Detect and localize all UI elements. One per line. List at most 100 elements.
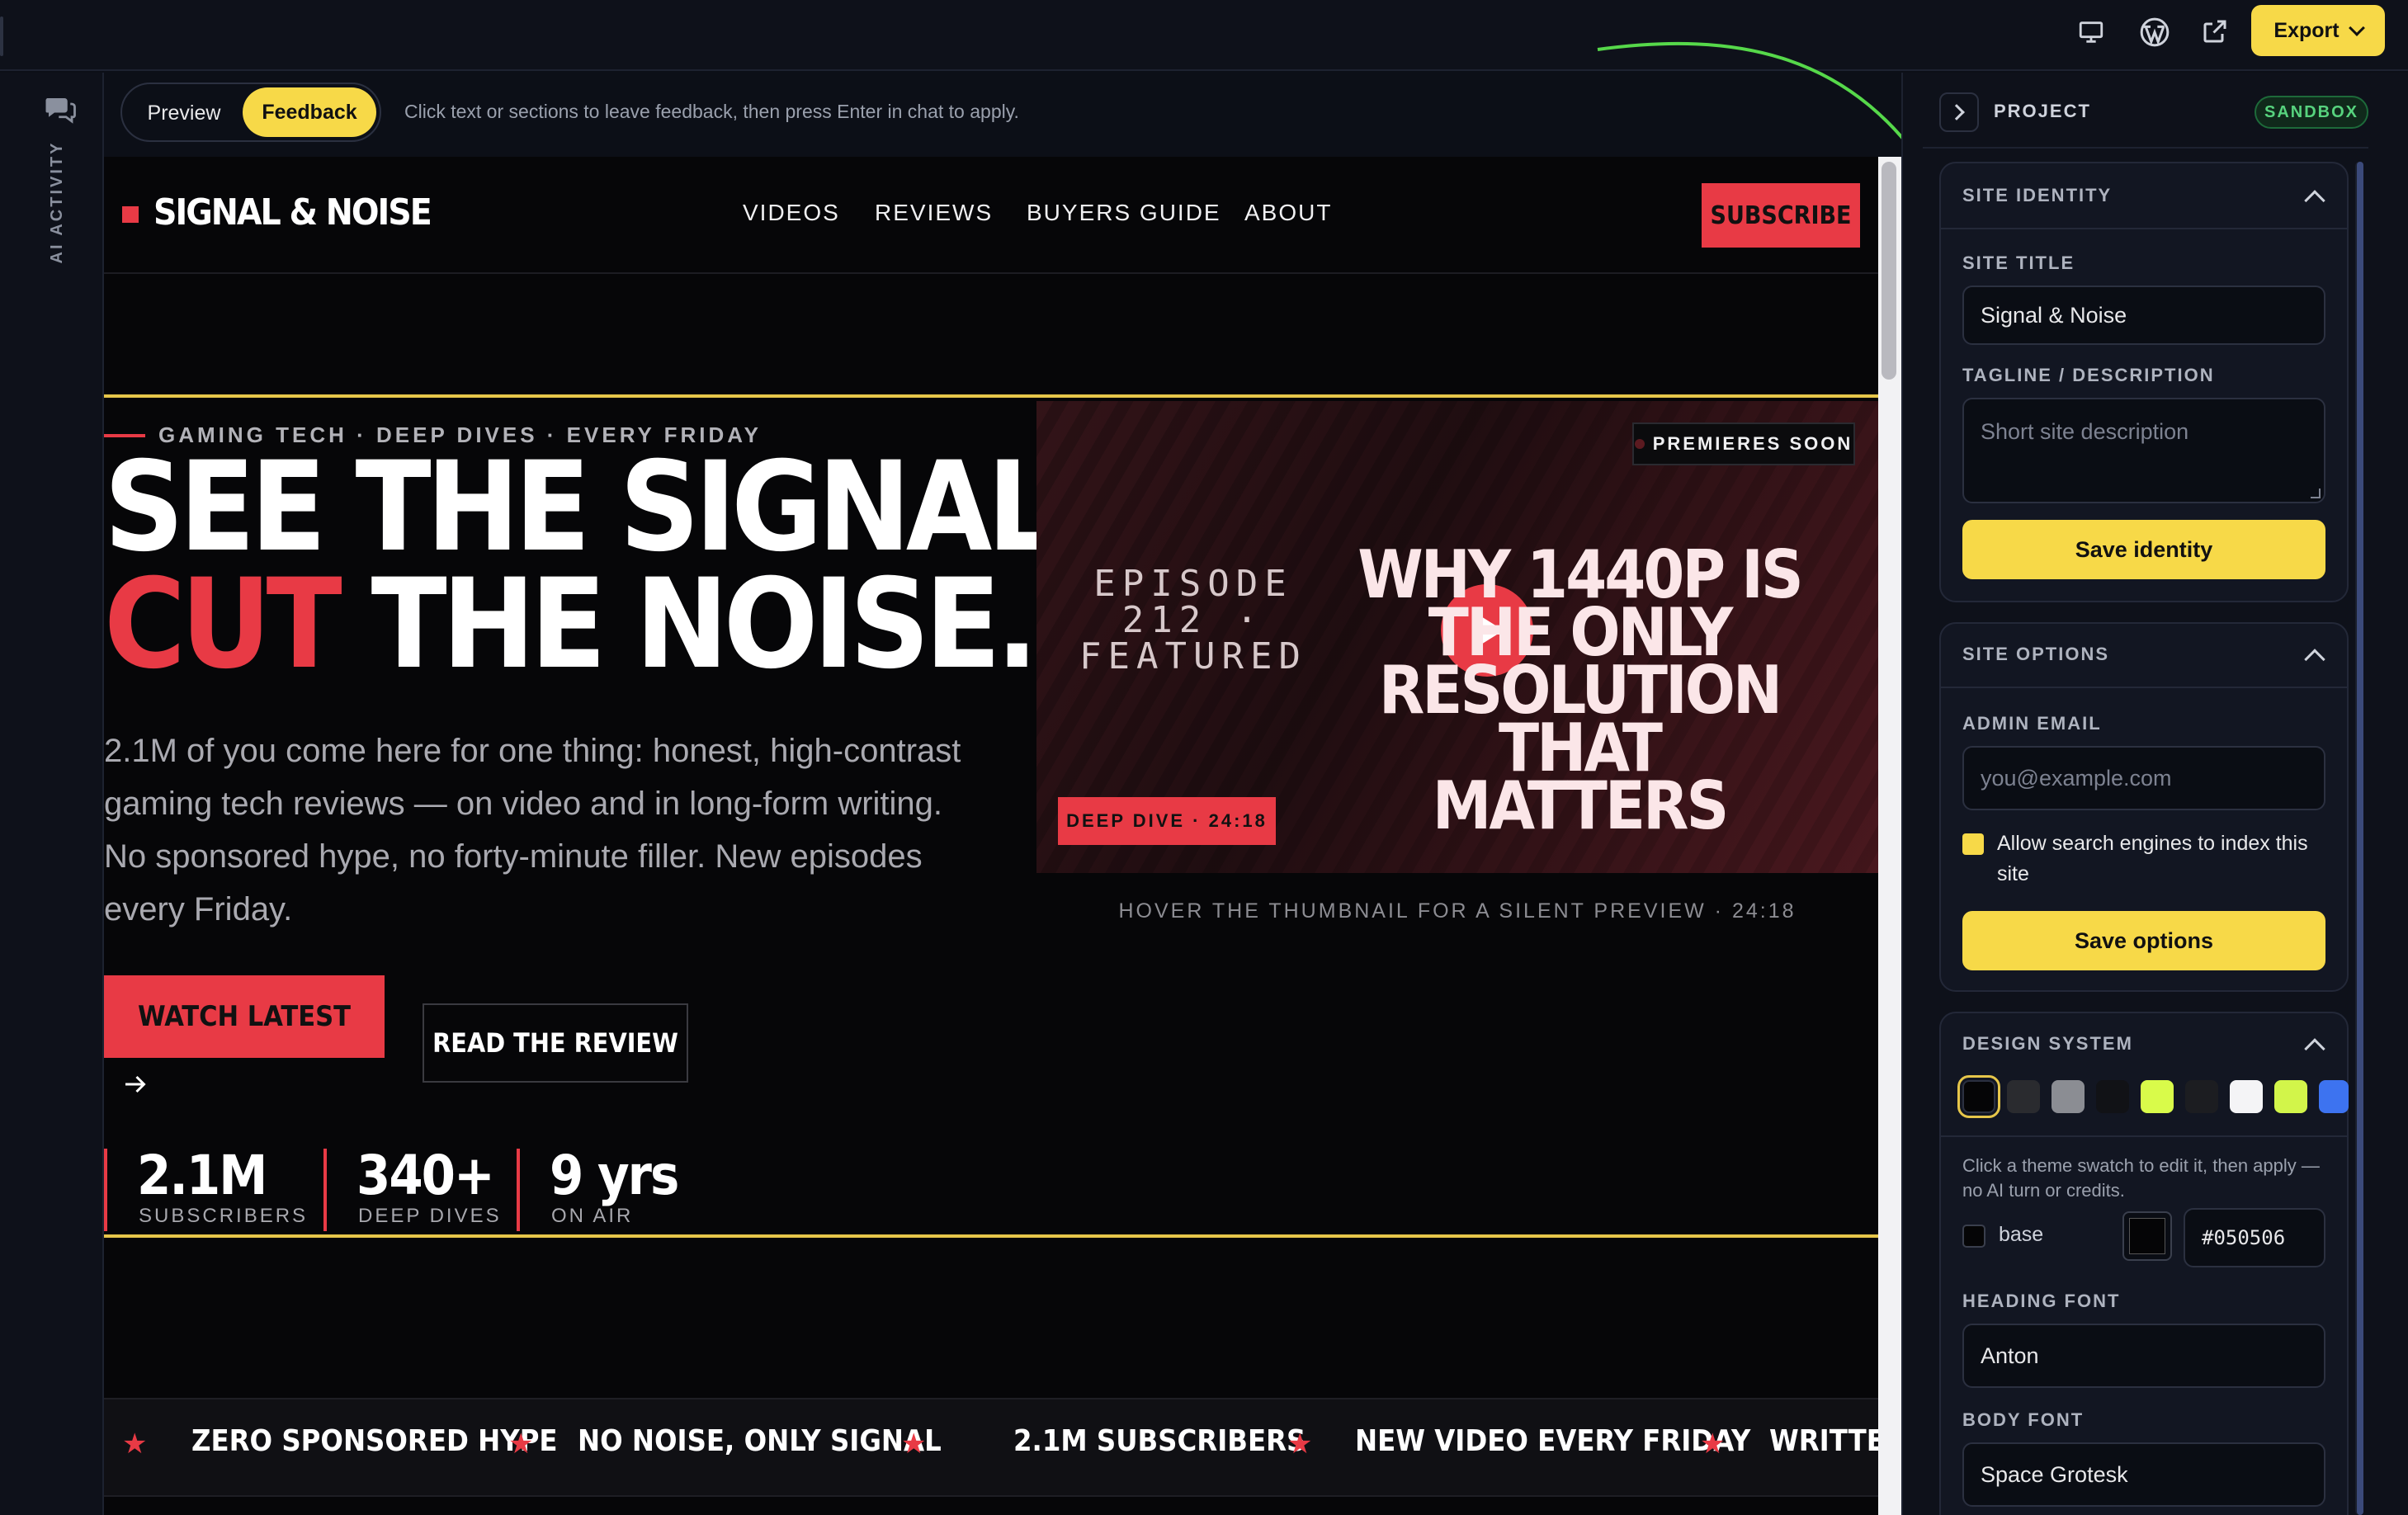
design-hint: Click a theme swatch to edit it, then ap… <box>1962 1155 2320 1201</box>
color-swatch[interactable] <box>2185 1080 2218 1113</box>
feedback-hint: Click text or sections to leave feedback… <box>404 101 1019 122</box>
marquee-item: NEW VIDEO EVERY FRIDAY <box>1355 1424 1751 1458</box>
textarea-resize-handle[interactable] <box>2311 488 2321 498</box>
arrow-right-icon <box>120 1069 150 1099</box>
sandbox-badge: SANDBOX <box>2255 96 2368 129</box>
color-swatch[interactable] <box>2319 1080 2349 1113</box>
stat-label-deep-dives: DEEP DIVES <box>358 1205 502 1227</box>
body-font-label: BODY FONT <box>1962 1409 2085 1430</box>
premiere-badge: PREMIERES SOON <box>1632 422 1855 465</box>
wordpress-icon[interactable] <box>2138 16 2171 49</box>
panel-header-rule <box>1923 147 2368 149</box>
star-icon: ★ <box>901 1428 927 1460</box>
stat-label-subscribers: SUBSCRIBERS <box>139 1205 309 1227</box>
token-label: base <box>1999 1223 2044 1246</box>
site-title-label: SITE TITLE <box>1962 252 2075 273</box>
left-edge-handle[interactable] <box>0 17 3 56</box>
site-title-input[interactable]: Signal & Noise <box>1962 286 2325 345</box>
star-icon: ★ <box>1700 1428 1726 1460</box>
chevron-down-icon <box>2348 20 2365 36</box>
export-label: Export <box>2273 18 2340 42</box>
activity-rail <box>0 73 104 1515</box>
save-options-button[interactable]: Save options <box>1962 911 2325 970</box>
token-hex-input[interactable]: #050506 <box>2184 1208 2325 1267</box>
feedback-tab[interactable]: Feedback <box>243 87 376 137</box>
chat-icon[interactable] <box>43 92 78 127</box>
hero-line-2-red: CUT <box>104 553 342 696</box>
hero-line-1[interactable]: SEE THE SIGNAL. <box>104 446 1095 569</box>
stat-label-on-air: ON AIR <box>551 1205 634 1227</box>
hero-line-2[interactable]: CUT THE NOISE. <box>104 563 1038 687</box>
hero-line-2-rest: THE NOISE. <box>337 553 1039 696</box>
stat-divider-3 <box>517 1149 520 1231</box>
hero-top-rule <box>104 394 1878 398</box>
nav-link-reviews[interactable]: REVIEWS <box>875 200 993 226</box>
color-swatch[interactable] <box>2007 1080 2040 1113</box>
thumbnail-caption: HOVER THE THUMBNAIL FOR A SILENT PREVIEW… <box>1118 899 1797 923</box>
star-icon: ★ <box>122 1428 148 1460</box>
hero-body[interactable]: 2.1M of you come here for one thing: hon… <box>104 724 979 936</box>
color-picker-fill <box>2129 1218 2165 1254</box>
external-link-icon[interactable] <box>2200 17 2230 46</box>
body-font-input[interactable]: Space Grotesk <box>1962 1442 2325 1507</box>
panel-title: PROJECT <box>1994 101 2091 121</box>
index-checkbox[interactable] <box>1962 833 1984 855</box>
color-swatch[interactable] <box>2096 1080 2129 1113</box>
episode-label: EPISODE 212 · FEATURED <box>1079 563 1307 677</box>
color-swatch[interactable] <box>1957 1075 2000 1118</box>
panel-scrollbar-thumb[interactable] <box>2357 162 2363 1515</box>
admin-email-input[interactable]: you@example.com <box>1962 746 2325 810</box>
color-swatch[interactable] <box>2274 1080 2307 1113</box>
read-review-label: READ THE REVIEW <box>432 1027 678 1059</box>
video-thumbnail[interactable]: PREMIERES SOON EPISODE 212 · FEATURED WH… <box>1036 401 1878 873</box>
design-system-heading[interactable]: DESIGN SYSTEM <box>1962 1033 2133 1055</box>
preview-tab[interactable]: Preview <box>130 92 238 134</box>
stat-value-on-air: 9 yrs <box>550 1144 679 1207</box>
tagline-label: TAGLINE / DESCRIPTION <box>1962 365 2215 385</box>
color-swatch[interactable] <box>2230 1080 2263 1113</box>
top-bar <box>0 0 2408 71</box>
color-swatch[interactable] <box>2052 1080 2085 1113</box>
marquee-item: NO NOISE, ONLY SIGNAL <box>578 1424 942 1458</box>
premiere-badge-label: PREMIERES SOON <box>1652 433 1853 454</box>
heading-font-label: HEADING FONT <box>1962 1291 2121 1311</box>
watch-latest-button[interactable]: WATCH LATEST <box>104 975 385 1058</box>
token-checkbox[interactable] <box>1962 1225 1985 1248</box>
site-brand[interactable]: SIGNAL & NOISE <box>153 191 432 234</box>
color-swatch[interactable] <box>2141 1080 2174 1113</box>
admin-email-label: ADMIN EMAIL <box>1962 713 2102 734</box>
thumbnail-title: WHY 1440P IS THE ONLY RESOLUTION THAT MA… <box>1357 536 1803 844</box>
index-checkbox-label[interactable]: Allow search engines to index this site <box>1997 828 2327 890</box>
preview-frame: SIGNAL & NOISE VIDEOS REVIEWS BUYERS GUI… <box>104 157 1878 1515</box>
card-divider <box>1941 687 2347 688</box>
panel-collapse-button[interactable] <box>1939 92 1979 132</box>
swatch-row-divider <box>1941 1135 2347 1137</box>
star-icon: ★ <box>508 1428 534 1460</box>
nav-link-buyers-guide[interactable]: BUYERS GUIDE <box>1027 200 1221 226</box>
save-identity-button[interactable]: Save identity <box>1962 520 2325 579</box>
stat-value-subscribers: 2.1M <box>137 1144 267 1207</box>
export-button[interactable]: Export <box>2251 5 2385 56</box>
desktop-icon[interactable] <box>2077 18 2105 46</box>
read-review-button[interactable]: READ THE REVIEW <box>423 1003 688 1083</box>
heading-font-input[interactable]: Anton <box>1962 1324 2325 1388</box>
star-icon: ★ <box>1287 1428 1313 1460</box>
nav-link-videos[interactable]: VIDEOS <box>743 200 840 226</box>
tagline-textarea[interactable]: Short site description <box>1962 398 2325 503</box>
stat-value-deep-dives: 340+ <box>356 1144 495 1207</box>
chevron-right-icon <box>1948 104 1965 120</box>
stat-divider-2 <box>323 1149 327 1231</box>
color-picker[interactable] <box>2122 1211 2172 1261</box>
brand-square <box>122 206 139 223</box>
marquee-item: ZERO SPONSORED HYPE <box>191 1424 558 1458</box>
stat-divider-1 <box>104 1149 107 1231</box>
site-options-heading[interactable]: SITE OPTIONS <box>1962 644 2109 665</box>
thumbnail-tag: DEEP DIVE · 24:18 <box>1058 797 1276 845</box>
activity-label: AI ACTIVITY <box>48 140 66 264</box>
nav-link-about[interactable]: ABOUT <box>1244 200 1332 226</box>
marquee-item: WRITTEN <box>1769 1424 1878 1458</box>
marquee-item: 2.1M SUBSCRIBERS <box>1013 1424 1306 1458</box>
site-identity-heading[interactable]: SITE IDENTITY <box>1962 185 2112 206</box>
card-divider <box>1941 228 2347 229</box>
live-dot-icon <box>1634 439 1645 449</box>
